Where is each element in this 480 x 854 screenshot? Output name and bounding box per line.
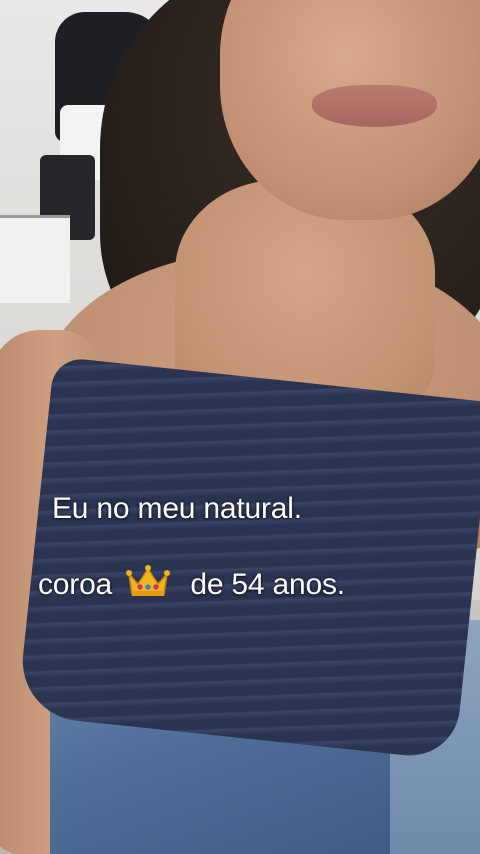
video-frame: Eu no meu natural. coroa de 54 anos. [0,0,480,854]
person-mouth [312,85,437,127]
person-navy-top [16,356,480,761]
caption-line-2-start: coroa [38,568,113,601]
background-shelf [0,215,70,303]
caption-line-1: Eu no meu natural. [52,492,302,525]
caption-line-2-end: de 54 anos. [190,568,345,601]
caption-line-2: coroa de 54 anos. [38,564,345,602]
crown-icon [126,564,171,598]
